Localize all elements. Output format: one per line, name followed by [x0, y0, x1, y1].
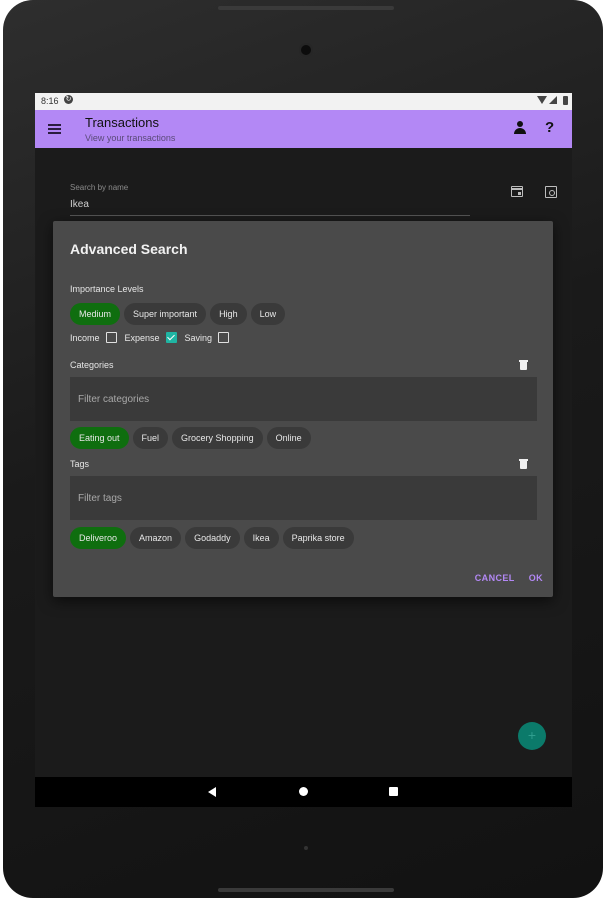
search-input[interactable]: Ikea: [70, 199, 89, 210]
chip-grocery-shopping[interactable]: Grocery Shopping: [172, 427, 263, 449]
search-label: Search by name: [70, 183, 129, 192]
tags-label: Tags: [70, 459, 90, 469]
advanced-search-dialog: Advanced Search Importance Levels Medium…: [53, 221, 553, 597]
clear-tags-icon[interactable]: [519, 459, 528, 469]
saving-checkbox[interactable]: [218, 332, 230, 343]
chip-eating-out[interactable]: Eating out: [70, 427, 129, 449]
speaker-grille-bottom: [218, 888, 394, 892]
help-icon[interactable]: ?: [545, 119, 554, 136]
wifi-icon: [537, 96, 547, 104]
tag-chips: Deliveroo Amazon Godaddy Ikea Paprika st…: [70, 527, 354, 549]
status-time: 8:16: [41, 96, 59, 106]
chip-low[interactable]: Low: [250, 303, 286, 325]
calendar-icon[interactable]: [511, 186, 523, 197]
menu-icon[interactable]: [48, 124, 61, 134]
chip-online[interactable]: Online: [266, 427, 311, 449]
ok-button[interactable]: OK: [529, 573, 543, 583]
expense-label: Expense: [124, 332, 160, 343]
chip-medium[interactable]: Medium: [70, 303, 121, 325]
filter-categories-input[interactable]: Filter categories: [70, 377, 537, 421]
signal-icon: [549, 96, 557, 104]
sensor-dot: [304, 846, 308, 850]
categories-label: Categories: [70, 360, 114, 370]
chip-fuel[interactable]: Fuel: [132, 427, 169, 449]
chip-amazon[interactable]: Amazon: [130, 527, 182, 549]
front-camera: [301, 45, 311, 55]
type-checkboxes: Income Expense Saving: [70, 332, 237, 343]
filter-tags-placeholder: Filter tags: [78, 493, 122, 504]
dialog-title: Advanced Search: [70, 241, 188, 257]
system-nav-bar: [35, 777, 572, 807]
clear-categories-icon[interactable]: [519, 360, 528, 370]
page-title: Transactions: [85, 115, 159, 130]
page-subtitle: View your transactions: [85, 133, 176, 143]
importance-label: Importance Levels: [70, 284, 144, 294]
importance-chips: Medium Super important High Low: [70, 303, 286, 325]
category-chips: Eating out Fuel Grocery Shopping Online: [70, 427, 311, 449]
income-label: Income: [70, 332, 100, 343]
status-bar: 8:16 ↻: [35, 93, 572, 110]
account-icon[interactable]: [513, 121, 527, 135]
speaker-grille: [218, 6, 394, 10]
saving-label: Saving: [184, 332, 213, 343]
cancel-button[interactable]: CANCEL: [475, 573, 515, 583]
dialog-actions: CANCEL OK: [475, 573, 543, 583]
chip-deliveroo[interactable]: Deliveroo: [70, 527, 127, 549]
expense-checkbox[interactable]: [165, 332, 177, 343]
chip-super-important[interactable]: Super important: [124, 303, 207, 325]
filter-categories-placeholder: Filter categories: [78, 394, 150, 405]
app-bar: Transactions View your transactions ?: [35, 110, 572, 148]
search-underline: [70, 215, 470, 216]
chip-ikea[interactable]: Ikea: [243, 527, 279, 549]
advanced-search-icon[interactable]: [545, 186, 557, 198]
sync-icon: ↻: [64, 95, 73, 104]
battery-icon: [563, 96, 568, 105]
chip-high[interactable]: High: [210, 303, 247, 325]
chip-paprika-store[interactable]: Paprika store: [282, 527, 354, 549]
chip-godaddy[interactable]: Godaddy: [185, 527, 240, 549]
filter-tags-input[interactable]: Filter tags: [70, 476, 537, 520]
income-checkbox[interactable]: [105, 332, 117, 343]
back-icon[interactable]: [208, 787, 216, 797]
add-transaction-button[interactable]: +: [518, 722, 546, 750]
home-icon[interactable]: [299, 787, 308, 796]
search-field[interactable]: Search by name Ikea: [59, 175, 557, 216]
recents-icon[interactable]: [389, 787, 398, 796]
